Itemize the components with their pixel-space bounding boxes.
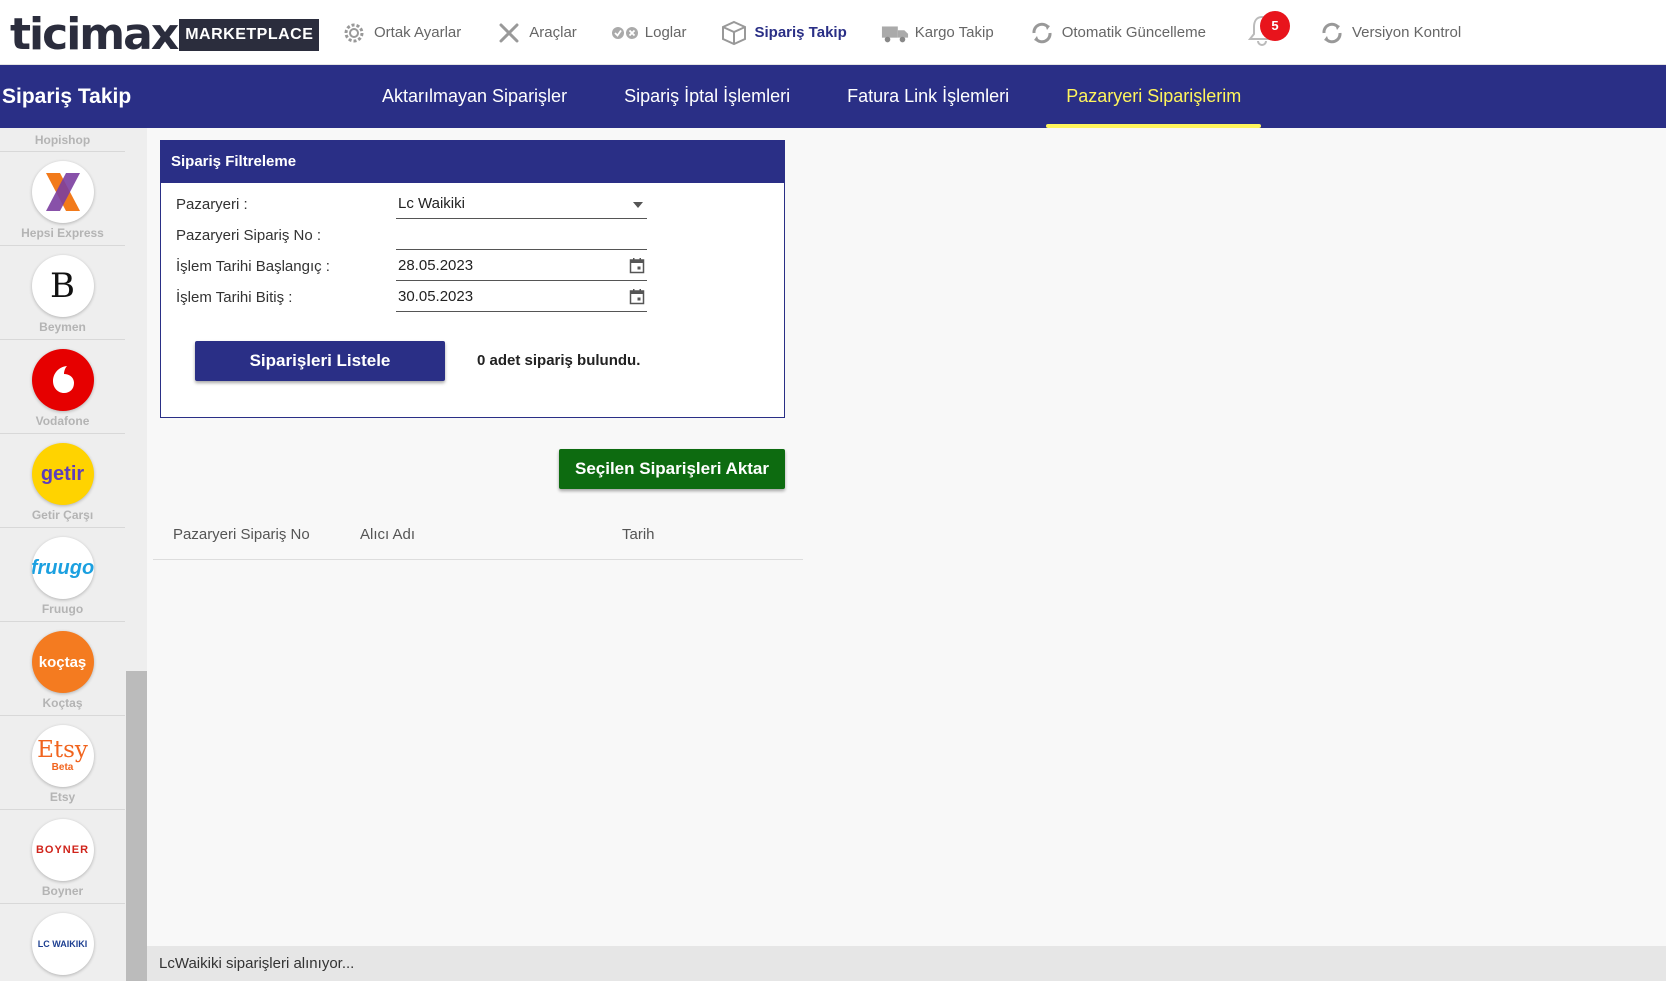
calendar-icon[interactable] <box>629 257 645 278</box>
start-date-input[interactable]: 28.05.2023 <box>396 251 647 281</box>
boyner-logo-text: BOYNER <box>35 844 90 856</box>
order-no-input[interactable] <box>396 220 647 250</box>
vodafone-logo <box>31 349 94 411</box>
start-date-label: İşlem Tarihi Başlangıç : <box>176 258 330 275</box>
filter-panel-title: Sipariş Filtreleme <box>161 141 784 183</box>
nav-label: Loglar <box>644 24 687 41</box>
etsy-logo-text: Etsy <box>37 737 88 763</box>
sidebar-item-label: Fruugo <box>41 602 84 616</box>
marketplace-label: Pazaryeri : <box>176 196 248 213</box>
sidebar-item-label: Koçtaş <box>42 696 83 710</box>
lc-waikiki-logo: LC WAIKIKI <box>31 913 94 975</box>
notification-count-badge: 5 <box>1259 10 1290 41</box>
end-date-label: İşlem Tarihi Bitiş : <box>176 289 293 306</box>
marketplace-badge: MARKETPLACE <box>179 19 320 51</box>
list-orders-button[interactable]: Siparişleri Listele <box>195 341 445 381</box>
result-count-text: 0 adet sipariş bulundu. <box>477 352 641 369</box>
sidebar-item-label: Hepsi Express <box>21 226 104 240</box>
tab-fatura-link-islemleri[interactable]: Fatura Link İşlemleri <box>827 65 1029 128</box>
order-filter-panel: Sipariş Filtreleme Pazaryeri : Lc Waikik… <box>160 140 785 418</box>
column-header-date[interactable]: Tarih <box>622 516 655 554</box>
sidebar-scrollbar-thumb[interactable] <box>126 671 147 981</box>
ticimax-logo[interactable]: ticimax MARKETPLACE <box>10 9 320 60</box>
column-header-order-no[interactable]: Pazaryeri Sipariş No <box>173 516 310 554</box>
sidebar-item-label: Boyner <box>41 884 84 898</box>
fruugo-logo: fruugo <box>31 537 94 599</box>
page-title: Sipariş Takip <box>2 85 132 108</box>
nav-loglar[interactable]: Loglar <box>611 19 687 47</box>
nav-label: Versiyon Kontrol <box>1351 24 1462 41</box>
start-date-value: 28.05.2023 <box>398 257 474 274</box>
hepsi-express-logo <box>31 161 94 223</box>
order-no-label: Pazaryeri Sipariş No : <box>176 227 322 244</box>
getir-logo-text: getir <box>40 462 85 485</box>
gear-icon <box>340 19 368 47</box>
nav-label: Ortak Ayarlar <box>374 24 462 41</box>
nav-otomatik-guncelleme[interactable]: Otomatik Güncelleme <box>1028 19 1206 47</box>
column-header-buyer-name[interactable]: Alıcı Adı <box>360 516 415 554</box>
refresh-icon <box>1318 19 1346 47</box>
sidebar-item-label: Getir Çarşı <box>31 508 94 522</box>
sidebar-item-koctas[interactable]: koçtaş Koçtaş <box>0 622 125 716</box>
orders-table-header: Pazaryeri Sipariş No Alıcı Adı Tarih <box>153 516 803 560</box>
truck-icon <box>881 19 909 47</box>
koctas-logo: koçtaş <box>31 631 94 693</box>
calendar-icon[interactable] <box>629 288 645 309</box>
top-bar: ticimax MARKETPLACE Ortak Ayarlar Araçla… <box>0 0 1666 65</box>
sidebar-item-fruugo[interactable]: fruugo Fruugo <box>0 528 125 622</box>
lc-waikiki-logo-text: LC WAIKIKI <box>37 939 88 949</box>
sidebar-item-getir-carsi[interactable]: getir Getir Çarşı <box>0 434 125 528</box>
sidebar-item-vodafone[interactable]: Vodafone <box>0 340 125 434</box>
fruugo-logo-text: fruugo <box>31 556 94 579</box>
boyner-logo: BOYNER <box>31 819 94 881</box>
nav-siparis-takip[interactable]: Sipariş Takip <box>720 19 847 47</box>
nav-label: Sipariş Takip <box>754 24 847 41</box>
top-nav: Ortak Ayarlar Araçlar Loglar Sipariş Tak… <box>340 0 1495 65</box>
marketplace-select[interactable]: Lc Waikiki <box>396 189 647 219</box>
nav-label: Araçlar <box>529 24 577 41</box>
marketplace-list: Hopishop Hepsi Express B Beymen Vodafone… <box>0 128 125 981</box>
tools-icon <box>495 19 523 47</box>
sidebar-item-label: Vodafone <box>35 414 90 428</box>
end-date-value: 30.05.2023 <box>398 288 474 305</box>
sub-nav-tabs: Aktarılmayan Siparişler Sipariş İptal İş… <box>362 65 1278 128</box>
sidebar-item-hepsi-express[interactable]: Hepsi Express <box>0 152 125 246</box>
sidebar-item-boyner[interactable]: BOYNER Boyner <box>0 810 125 904</box>
beymen-logo-letter: B <box>50 266 75 306</box>
nav-kargo-takip[interactable]: Kargo Takip <box>881 19 994 47</box>
logs-icon <box>611 19 639 47</box>
box-icon <box>720 19 748 47</box>
status-bar: LcWaikiki siparişleri alınıyor... <box>147 946 1666 981</box>
notifications-button[interactable]: 5 <box>1240 10 1290 53</box>
sidebar-item-label: Etsy <box>49 790 76 804</box>
sidebar-item-lc-waikiki[interactable]: LC WAIKIKI <box>0 904 125 981</box>
beymen-logo: B <box>31 255 94 317</box>
nav-ortak-ayarlar[interactable]: Ortak Ayarlar <box>340 19 461 47</box>
status-text: LcWaikiki siparişleri alınıyor... <box>159 955 355 972</box>
nav-label: Kargo Takip <box>914 24 994 41</box>
nav-araclar[interactable]: Araçlar <box>495 19 577 47</box>
tab-pazaryeri-siparislerim[interactable]: Pazaryeri Siparişlerim <box>1046 65 1262 128</box>
tab-siparis-iptal-islemleri[interactable]: Sipariş İptal İşlemleri <box>604 65 810 128</box>
sidebar-item-hopishop[interactable]: Hopishop <box>0 128 125 152</box>
tab-aktarilmayan-siparisler[interactable]: Aktarılmayan Siparişler <box>362 65 587 128</box>
etsy-logo: Etsy Beta <box>31 725 94 787</box>
end-date-input[interactable]: 30.05.2023 <box>396 282 647 312</box>
sub-nav: Sipariş Takip Aktarılmayan Siparişler Si… <box>0 65 1666 128</box>
marketplace-sidebar: Hopishop Hepsi Express B Beymen Vodafone… <box>0 128 147 981</box>
marketplace-select-value: Lc Waikiki <box>398 195 465 212</box>
sidebar-item-beymen[interactable]: B Beymen <box>0 246 125 340</box>
sidebar-item-etsy[interactable]: Etsy Beta Etsy <box>0 716 125 810</box>
nav-label: Otomatik Güncelleme <box>1061 24 1206 41</box>
etsy-beta-text: Beta <box>51 762 74 773</box>
sidebar-item-label: Beymen <box>39 320 86 334</box>
refresh-icon <box>1028 19 1056 47</box>
sidebar-item-label: Hopishop <box>34 133 91 147</box>
transfer-selected-orders-button[interactable]: Seçilen Siparişleri Aktar <box>559 449 785 489</box>
logo-wordmark: ticimax <box>10 9 179 60</box>
getir-logo: getir <box>31 443 94 505</box>
nav-versiyon-kontrol[interactable]: Versiyon Kontrol <box>1318 19 1461 47</box>
chevron-down-icon <box>633 202 643 208</box>
koctas-logo-text: koçtaş <box>38 653 87 671</box>
